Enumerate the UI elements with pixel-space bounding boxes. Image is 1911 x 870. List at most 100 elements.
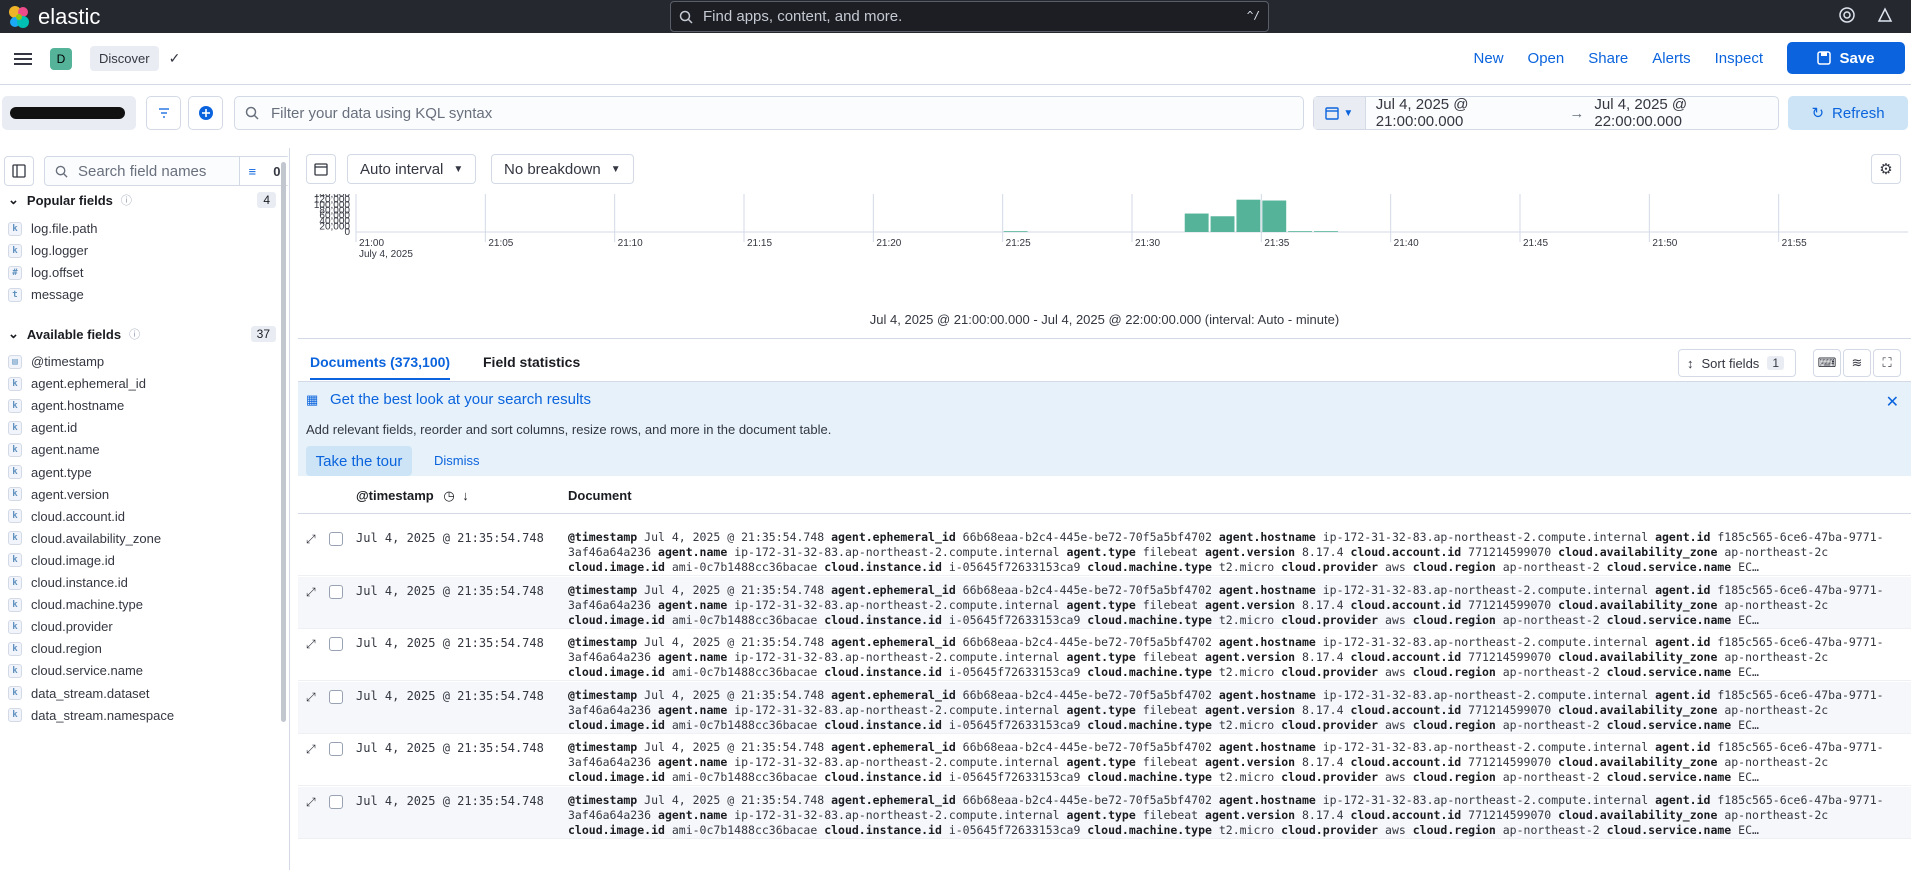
- save-button[interactable]: Save: [1787, 42, 1905, 74]
- close-icon[interactable]: ✕: [1886, 392, 1899, 412]
- doc-field-key: cloud.service.name: [1606, 612, 1732, 627]
- field-item[interactable]: k log.file.path: [8, 221, 98, 236]
- news-icon[interactable]: [1876, 6, 1894, 27]
- table-row[interactable]: ⤢ Jul 4, 2025 @ 21:35:54.748 @timestamp Ju…: [298, 576, 1911, 629]
- field-item[interactable]: k cloud.machine.type: [8, 597, 143, 612]
- refresh-button[interactable]: ↻ Refresh: [1788, 96, 1908, 130]
- doc-field-value: t2.micro: [1211, 612, 1282, 627]
- display-settings-button[interactable]: ≋: [1843, 349, 1871, 377]
- column-timestamp[interactable]: @timestamp ◷ ↓: [356, 488, 469, 504]
- field-item[interactable]: k data_stream.namespace: [8, 708, 174, 723]
- breadcrumb-discover[interactable]: Discover: [90, 46, 159, 71]
- text-field-icon: t: [8, 287, 22, 302]
- share-link[interactable]: Share: [1588, 50, 1628, 67]
- table-row[interactable]: ⤢ Jul 4, 2025 @ 21:35:54.748 @timestamp Ju…: [298, 786, 1911, 839]
- expand-icon[interactable]: ⤢: [306, 742, 316, 757]
- table-row[interactable]: ⤢ Jul 4, 2025 @ 21:35:54.748 @timestamp Ju…: [298, 629, 1911, 681]
- doc-field-value: i-05645f72633153ca9: [941, 665, 1088, 679]
- row-checkbox[interactable]: [329, 532, 343, 546]
- expand-icon[interactable]: ⤢: [306, 637, 316, 652]
- data-view-picker[interactable]: [2, 96, 136, 130]
- add-filter-button[interactable]: [188, 96, 223, 130]
- sidebar-scrollbar[interactable]: [281, 162, 286, 722]
- field-item[interactable]: k agent.ephemeral_id: [8, 376, 146, 391]
- new-link[interactable]: New: [1474, 50, 1504, 67]
- row-checkbox[interactable]: [329, 584, 343, 599]
- field-item[interactable]: ▤ @timestamp: [8, 354, 104, 369]
- table-row[interactable]: ⤢ Jul 4, 2025 @ 21:35:54.748 @timestamp Ju…: [298, 734, 1911, 786]
- field-item[interactable]: k cloud.instance.id: [8, 575, 128, 590]
- column-document[interactable]: Document: [568, 488, 632, 503]
- alerts-link[interactable]: Alerts: [1652, 50, 1690, 67]
- expand-icon[interactable]: ⤢: [306, 532, 316, 547]
- histogram-bar[interactable]: [1184, 213, 1209, 232]
- keyboard-shortcuts-button[interactable]: ⌨: [1813, 349, 1841, 377]
- field-item[interactable]: k cloud.region: [8, 641, 102, 656]
- histogram-bar[interactable]: [1262, 200, 1287, 232]
- expand-icon[interactable]: ⤢: [306, 585, 316, 600]
- open-link[interactable]: Open: [1528, 50, 1565, 67]
- table-row[interactable]: ⤢ Jul 4, 2025 @ 21:35:54.748 @timestamp Ju…: [298, 524, 1911, 576]
- popular-fields-header[interactable]: ⌄ Popular fields ⓘ 4: [8, 192, 276, 208]
- inspect-link[interactable]: Inspect: [1715, 50, 1763, 67]
- elastic-logo[interactable]: elastic: [6, 4, 100, 30]
- row-checkbox[interactable]: [329, 689, 343, 704]
- field-item[interactable]: k data_stream.dataset: [8, 686, 150, 701]
- field-item[interactable]: k agent.hostname: [8, 398, 124, 413]
- field-item[interactable]: t message: [8, 287, 84, 302]
- field-item[interactable]: k cloud.image.id: [8, 553, 115, 568]
- kql-search-input[interactable]: Filter your data using KQL syntax: [234, 96, 1304, 130]
- doc-field-value: 66b68eaa-b2c4-445e-be72-70f5a5bf4702: [955, 635, 1219, 649]
- dismiss-button[interactable]: Dismiss: [434, 453, 480, 468]
- info-icon[interactable]: ⓘ: [121, 192, 132, 208]
- chart-options-button[interactable]: ⚙: [1871, 154, 1901, 184]
- doc-field-key: agent.ephemeral_id: [831, 687, 956, 702]
- field-item[interactable]: k agent.id: [8, 420, 77, 435]
- field-search-input[interactable]: Search field names ≡ 0: [44, 156, 290, 186]
- quick-select-button[interactable]: ▼: [1314, 97, 1366, 129]
- field-item[interactable]: k agent.name: [8, 442, 100, 457]
- info-icon[interactable]: ⓘ: [129, 326, 140, 342]
- histogram-bar[interactable]: [1314, 231, 1338, 232]
- histogram-bar[interactable]: [1210, 216, 1235, 232]
- menu-icon[interactable]: [14, 50, 32, 68]
- expand-icon[interactable]: ⤢: [306, 795, 316, 810]
- row-checkbox[interactable]: [329, 794, 343, 809]
- calendar-toggle-button[interactable]: [306, 154, 336, 184]
- field-item[interactable]: k cloud.service.name: [8, 663, 143, 678]
- field-item[interactable]: k cloud.provider: [8, 619, 113, 634]
- take-tour-button[interactable]: Take the tour: [306, 446, 412, 476]
- row-checkbox[interactable]: [329, 742, 343, 756]
- histogram-bar[interactable]: [1288, 231, 1313, 232]
- fullscreen-button[interactable]: ⛶: [1873, 349, 1901, 377]
- table-row[interactable]: ⤢ Jul 4, 2025 @ 21:35:54.748 @timestamp Ju…: [298, 681, 1911, 734]
- space-avatar[interactable]: D: [50, 47, 72, 70]
- histogram-bar[interactable]: [1003, 231, 1028, 232]
- field-item[interactable]: k cloud.availability_zone: [8, 531, 161, 546]
- doc-field-key: cloud.image.id: [568, 822, 665, 837]
- sort-fields-button[interactable]: ↕ Sort fields 1: [1678, 349, 1796, 377]
- field-item[interactable]: k cloud.account.id: [8, 509, 125, 524]
- collapse-sidebar-button[interactable]: [4, 156, 34, 186]
- field-item[interactable]: k log.logger: [8, 243, 88, 258]
- date-start[interactable]: Jul 4, 2025 @ 21:00:00.000: [1376, 96, 1560, 130]
- sort-descending-icon[interactable]: ↓: [462, 488, 469, 503]
- filter-menu-button[interactable]: [146, 96, 181, 130]
- histogram-chart[interactable]: 140,000120,000100,00080,00060,00040,0002…: [298, 194, 1911, 290]
- date-end[interactable]: Jul 4, 2025 @ 22:00:00.000: [1594, 96, 1778, 130]
- tab-documents[interactable]: Documents (373,100): [310, 354, 451, 380]
- global-search-input[interactable]: Find apps, content, and more. ^/: [670, 1, 1269, 32]
- breakdown-select[interactable]: No breakdown ▼: [491, 154, 634, 184]
- interval-select[interactable]: Auto interval ▼: [347, 154, 477, 184]
- date-picker[interactable]: ▼ Jul 4, 2025 @ 21:00:00.000 → Jul 4, 20…: [1313, 96, 1779, 130]
- histogram-bar[interactable]: [1236, 199, 1261, 232]
- help-icon[interactable]: [1838, 6, 1856, 27]
- expand-icon[interactable]: ⤢: [306, 690, 316, 705]
- field-item[interactable]: k agent.version: [8, 487, 109, 502]
- available-fields-header[interactable]: ⌄ Available fields ⓘ 37: [8, 326, 276, 342]
- doc-field-value: 66b68eaa-b2c4-445e-be72-70f5a5bf4702: [955, 792, 1219, 807]
- row-checkbox[interactable]: [329, 637, 343, 651]
- field-item[interactable]: # log.offset: [8, 265, 84, 280]
- field-item[interactable]: k agent.type: [8, 465, 92, 480]
- tab-field-statistics[interactable]: Field statistics: [483, 354, 580, 370]
